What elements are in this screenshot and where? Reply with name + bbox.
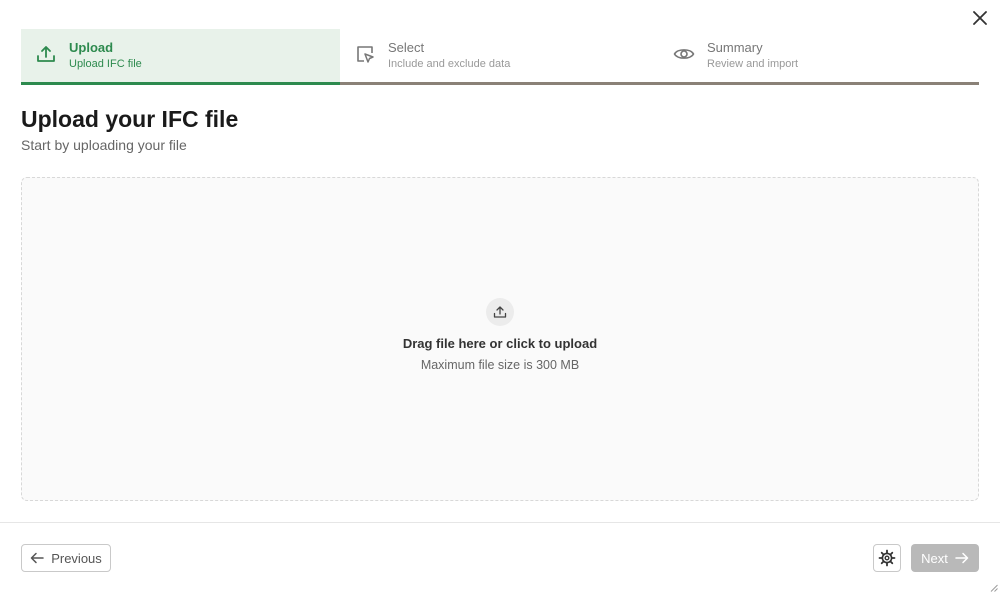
step-description: Upload IFC file [69, 58, 142, 70]
cursor-select-icon [354, 43, 376, 65]
dropzone-size-limit: Maximum file size is 300 MB [420, 358, 580, 372]
step-label: Upload [69, 40, 114, 55]
arrow-right-icon [955, 552, 969, 564]
step-upload[interactable]: Upload Upload IFC file [21, 29, 340, 85]
page-subtitle: Start by uploading your file [21, 137, 187, 153]
eye-icon [673, 43, 695, 65]
next-button-label: Next [921, 550, 948, 566]
step-description: Review and import [707, 58, 799, 70]
footer-divider [0, 522, 1000, 523]
step-summary[interactable]: Summary Review and import [659, 29, 979, 85]
step-progress-bar [340, 82, 659, 85]
page-title: Upload your IFC file [21, 106, 239, 132]
step-progress-bar [659, 82, 979, 85]
upload-icon [486, 298, 514, 326]
close-button[interactable] [970, 8, 990, 28]
close-icon [973, 11, 987, 25]
dropzone-instructions: Drag file here or click to upload [402, 336, 598, 351]
step-progress-bar [21, 82, 340, 85]
upload-icon [35, 43, 57, 65]
arrow-left-icon [30, 552, 44, 564]
next-button[interactable]: Next [911, 544, 979, 572]
step-label: Summary [707, 40, 763, 55]
step-label: Select [388, 40, 425, 55]
settings-button[interactable] [873, 544, 901, 572]
previous-button[interactable]: Previous [21, 544, 111, 572]
step-select[interactable]: Select Include and exclude data [340, 29, 659, 85]
file-dropzone[interactable]: Drag file here or click to upload Maximu… [21, 177, 979, 501]
previous-button-label: Previous [51, 550, 102, 566]
gear-icon [878, 549, 896, 567]
resize-grip-icon[interactable] [990, 584, 998, 592]
step-description: Include and exclude data [388, 58, 511, 70]
stepper: Upload Upload IFC file Select Include an… [21, 29, 979, 85]
